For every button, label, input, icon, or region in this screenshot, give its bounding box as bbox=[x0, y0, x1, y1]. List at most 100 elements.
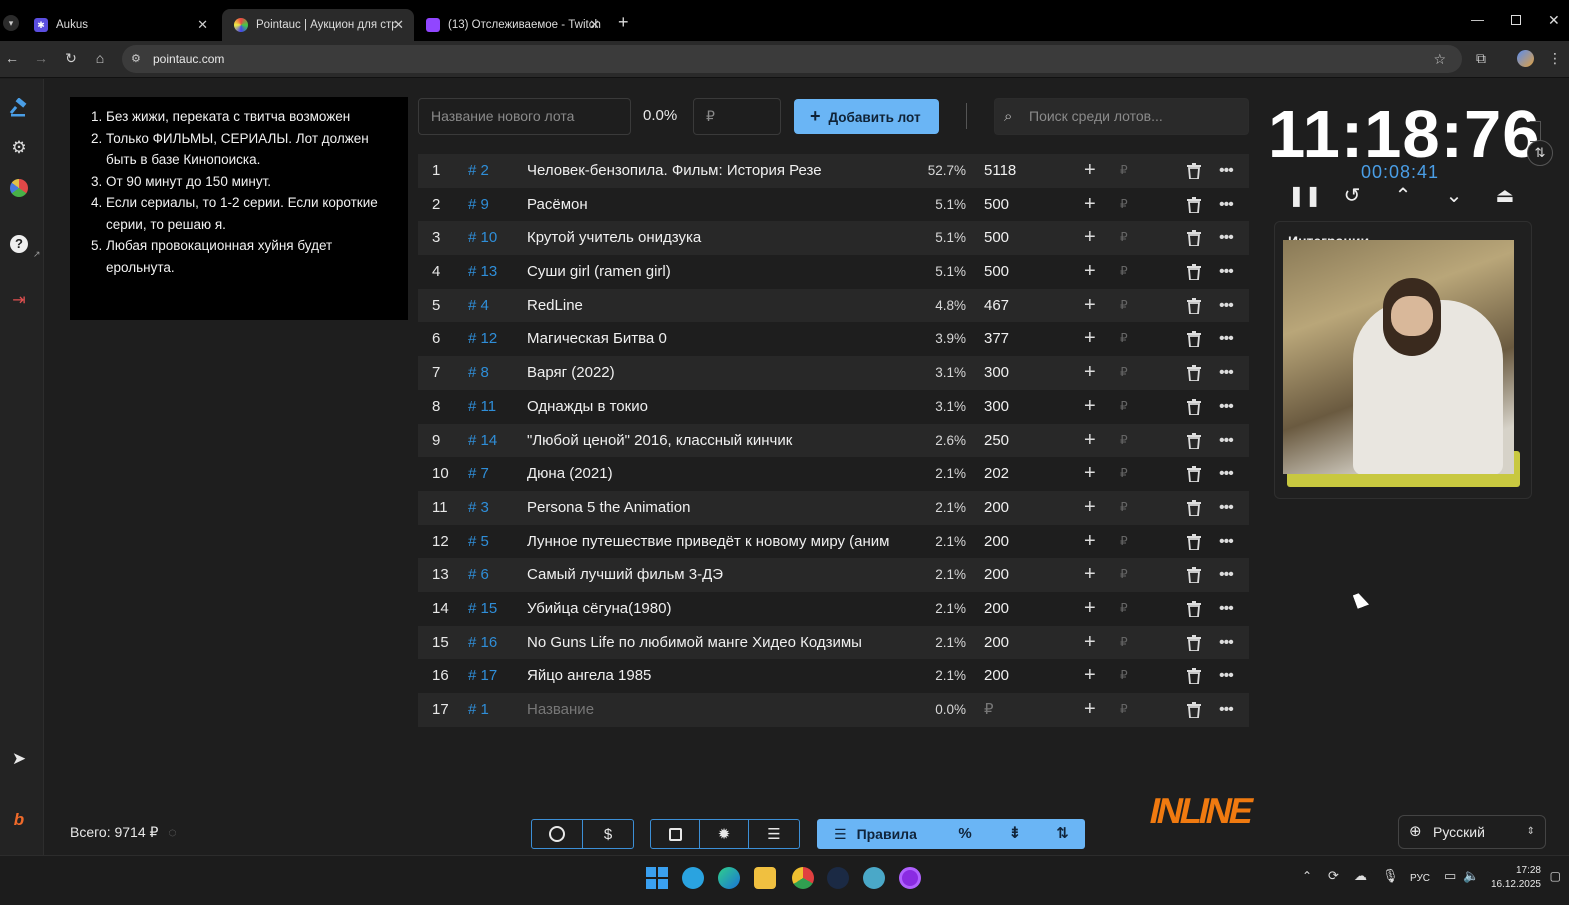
telegram-icon[interactable]: ➤ bbox=[8, 748, 30, 770]
more-options-icon[interactable]: ••• bbox=[1219, 188, 1234, 222]
lot-amount[interactable]: 300 bbox=[984, 390, 1009, 424]
more-options-icon[interactable]: ••• bbox=[1219, 659, 1234, 693]
report-bug-button[interactable]: ✹ bbox=[699, 819, 749, 849]
home-icon[interactable]: ⌂ bbox=[91, 50, 109, 66]
more-options-icon[interactable]: ••• bbox=[1219, 558, 1234, 592]
delete-lot-icon[interactable] bbox=[1187, 154, 1201, 192]
add-amount-icon[interactable]: + bbox=[1084, 289, 1096, 323]
new-lot-name-input[interactable]: Название нового лота bbox=[418, 98, 631, 135]
lot-name[interactable]: Убийца сёгуна(1980) bbox=[527, 592, 909, 626]
delete-lot-icon[interactable] bbox=[1187, 693, 1201, 731]
lot-amount[interactable]: 200 bbox=[984, 525, 1009, 559]
amount-input-ruble[interactable]: ₽ bbox=[1120, 491, 1128, 525]
amount-input-ruble[interactable]: ₽ bbox=[1120, 592, 1128, 626]
minimize-icon[interactable]: — bbox=[1471, 12, 1484, 27]
forward-icon[interactable]: → bbox=[32, 50, 50, 66]
tab-pointauc[interactable]: Pointauc | Аукцион для стриме ✕ bbox=[222, 9, 414, 41]
amount-input-ruble[interactable]: ₽ bbox=[1120, 558, 1128, 592]
more-options-icon[interactable]: ••• bbox=[1219, 457, 1234, 491]
amount-input-ruble[interactable]: ₽ bbox=[1120, 188, 1128, 222]
add-amount-icon[interactable]: + bbox=[1084, 659, 1096, 693]
lot-search-input[interactable]: ⌕ Поиск среди лотов... bbox=[994, 98, 1249, 135]
lot-amount[interactable]: 200 bbox=[984, 491, 1009, 525]
lot-amount[interactable]: 377 bbox=[984, 322, 1009, 356]
pause-icon[interactable]: ❚❚ bbox=[1288, 183, 1322, 209]
lot-amount[interactable]: 300 bbox=[984, 356, 1009, 390]
wheel-chart-icon[interactable] bbox=[8, 177, 30, 199]
more-options-icon[interactable]: ••• bbox=[1219, 424, 1234, 458]
tray-cloud-icon[interactable]: ☁ bbox=[1354, 868, 1367, 884]
more-options-icon[interactable]: ••• bbox=[1219, 221, 1234, 255]
lot-name[interactable]: Яйцо ангела 1985 bbox=[527, 659, 909, 693]
close-tab-icon[interactable]: ✕ bbox=[393, 17, 404, 33]
amount-input-ruble[interactable]: ₽ bbox=[1120, 659, 1128, 693]
notifications-icon[interactable]: ▢ bbox=[1550, 869, 1561, 883]
rules-button[interactable]: ☰ Правила bbox=[817, 819, 940, 849]
add-lot-button[interactable]: + Добавить лот bbox=[794, 99, 939, 134]
lot-name[interactable]: Persona 5 the Animation bbox=[527, 491, 909, 525]
tray-sync-icon[interactable]: ⟳ bbox=[1328, 868, 1339, 884]
lot-name[interactable]: Лунное путешествие приведёт к новому мир… bbox=[527, 525, 909, 559]
add-amount-icon[interactable]: + bbox=[1084, 390, 1096, 424]
steam-icon[interactable] bbox=[827, 867, 849, 889]
amount-input-ruble[interactable]: ₽ bbox=[1120, 255, 1128, 289]
add-amount-icon[interactable]: + bbox=[1084, 424, 1096, 458]
add-amount-icon[interactable]: + bbox=[1084, 626, 1096, 660]
amount-input-ruble[interactable]: ₽ bbox=[1120, 693, 1128, 727]
add-amount-icon[interactable]: + bbox=[1084, 255, 1096, 289]
delete-lot-icon[interactable] bbox=[1187, 221, 1201, 259]
restore-icon[interactable] bbox=[1511, 15, 1521, 25]
lot-amount[interactable]: 200 bbox=[984, 558, 1009, 592]
compact-view-icon[interactable]: ⇟ bbox=[990, 819, 1040, 849]
tray-chevron-icon[interactable]: ⌃ bbox=[1302, 869, 1312, 883]
lot-name[interactable]: No Guns Life по любимой манге Хидео Кодз… bbox=[527, 626, 909, 660]
delete-lot-icon[interactable] bbox=[1187, 558, 1201, 596]
lot-name[interactable]: Магическая Битва 0 bbox=[527, 322, 909, 356]
github-button[interactable] bbox=[531, 819, 583, 849]
eject-icon[interactable]: ⏏ bbox=[1492, 183, 1518, 209]
delete-lot-icon[interactable] bbox=[1187, 491, 1201, 529]
save-button[interactable] bbox=[650, 819, 700, 849]
amount-input-ruble[interactable]: ₽ bbox=[1120, 221, 1128, 255]
delete-lot-icon[interactable] bbox=[1187, 592, 1201, 630]
language-select[interactable]: ⊕ Русский ⇕ bbox=[1398, 815, 1546, 849]
file-explorer-icon[interactable] bbox=[754, 867, 776, 889]
lot-amount[interactable]: 200 bbox=[984, 592, 1009, 626]
lot-name[interactable]: RedLine bbox=[527, 289, 909, 323]
lot-name[interactable]: Название bbox=[527, 693, 909, 727]
system-clock[interactable]: 17:28 16.12.2025 bbox=[1491, 864, 1541, 892]
reload-icon[interactable]: ↻ bbox=[62, 50, 80, 67]
lot-name[interactable]: Однажды в токио bbox=[527, 390, 909, 424]
lot-amount[interactable]: 200 bbox=[984, 659, 1009, 693]
lot-amount[interactable]: 250 bbox=[984, 424, 1009, 458]
more-options-icon[interactable]: ••• bbox=[1219, 592, 1234, 626]
amount-input-ruble[interactable]: ₽ bbox=[1120, 457, 1128, 491]
keyboard-language[interactable]: РУС bbox=[1410, 873, 1430, 884]
add-amount-icon[interactable]: + bbox=[1084, 693, 1096, 727]
add-amount-icon[interactable]: + bbox=[1084, 491, 1096, 525]
add-amount-icon[interactable]: + bbox=[1084, 221, 1096, 255]
delete-lot-icon[interactable] bbox=[1187, 289, 1201, 327]
amount-input-ruble[interactable]: ₽ bbox=[1120, 626, 1128, 660]
more-options-icon[interactable]: ••• bbox=[1219, 525, 1234, 559]
more-options-icon[interactable]: ••• bbox=[1219, 154, 1234, 188]
lot-name[interactable]: "Любой ценой" 2016, классный кинчик bbox=[527, 424, 909, 458]
add-amount-icon[interactable]: + bbox=[1084, 322, 1096, 356]
more-options-icon[interactable]: ••• bbox=[1219, 390, 1234, 424]
delete-lot-icon[interactable] bbox=[1187, 390, 1201, 428]
obs-icon[interactable] bbox=[899, 867, 921, 889]
lot-amount[interactable]: 200 bbox=[984, 626, 1009, 660]
delete-lot-icon[interactable] bbox=[1187, 322, 1201, 360]
address-bar[interactable]: ⚙ pointauc.com ☆ bbox=[122, 45, 1462, 73]
tray-mic-icon[interactable]: 🎙 bbox=[1382, 868, 1399, 884]
lot-name[interactable]: Дюна (2021) bbox=[527, 457, 909, 491]
tab-list-dropdown-icon[interactable]: ▾ bbox=[3, 15, 19, 31]
reset-icon[interactable]: ↺ bbox=[1339, 183, 1365, 209]
amount-input-ruble[interactable]: ₽ bbox=[1120, 154, 1128, 188]
lot-name[interactable]: Самый лучший фильм 3-ДЭ bbox=[527, 558, 909, 592]
swap-timer-icon[interactable]: ⇅ bbox=[1527, 140, 1553, 166]
timer-up-icon[interactable]: ⌃ bbox=[1390, 183, 1416, 209]
windows-start-icon[interactable] bbox=[646, 867, 668, 889]
lot-name[interactable]: Варяг (2022) bbox=[527, 356, 909, 390]
add-amount-icon[interactable]: + bbox=[1084, 457, 1096, 491]
